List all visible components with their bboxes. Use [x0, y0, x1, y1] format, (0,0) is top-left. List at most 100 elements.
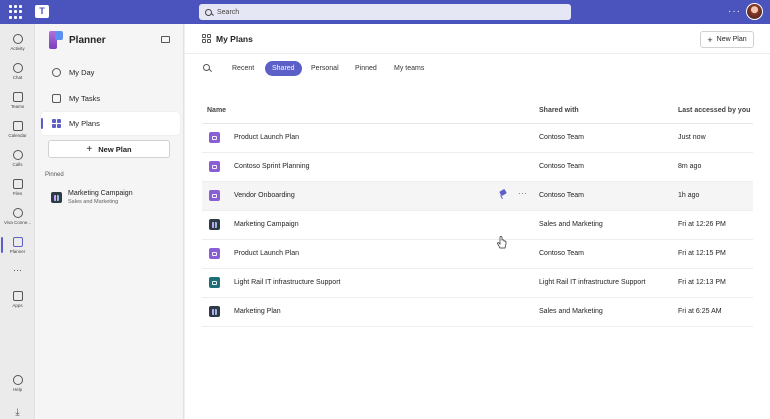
search-icon: [205, 8, 212, 16]
shared-with: Contoso Team: [539, 134, 585, 141]
rail-files[interactable]: Files: [0, 173, 35, 201]
rail-label: Calendar: [8, 132, 27, 138]
rail-viva[interactable]: Viva Conne...: [0, 202, 35, 230]
last-accessed: Fri at 12:15 PM: [678, 250, 726, 257]
sidebar-new-plan-button[interactable]: + New Plan: [48, 140, 170, 158]
plans-grid-icon: [52, 119, 61, 128]
rail-label: Chat: [12, 74, 23, 80]
rail-label: Calls: [12, 161, 23, 167]
main-content: My Plans + New Plan Recent Shared Person…: [185, 24, 770, 419]
last-accessed: Fri at 12:26 PM: [678, 221, 726, 228]
pinned-plan-item[interactable]: Marketing Campaign Sales and Marketing: [49, 188, 174, 208]
rail-apps[interactable]: Apps: [0, 285, 35, 313]
rail-calls[interactable]: Calls: [0, 144, 35, 172]
rail-label: Files: [12, 190, 23, 196]
plus-icon: +: [86, 143, 93, 155]
table-row[interactable]: Product Launch Plan Contoso Team Fri at …: [202, 240, 753, 269]
plan-tile-icon: [209, 132, 220, 143]
top-bar: T Search ···: [0, 0, 770, 24]
header-new-plan-button[interactable]: + New Plan: [700, 31, 754, 48]
bell-icon: [12, 33, 23, 44]
pinned-plan-group: Sales and Marketing: [68, 199, 119, 205]
plan-name: Contoso Sprint Planning: [234, 163, 310, 170]
nav-my-plans[interactable]: My Plans: [41, 112, 180, 135]
sun-icon: [52, 68, 61, 77]
rail-calendar[interactable]: Calendar: [0, 115, 35, 143]
pinned-header: Pinned: [45, 172, 64, 178]
table-row[interactable]: Vendor Onboarding ··· Contoso Team 1h ag…: [202, 182, 753, 211]
plan-name: Vendor Onboarding: [234, 192, 295, 199]
rail-label: Viva Conne...: [4, 219, 31, 225]
nav-my-tasks[interactable]: My Tasks: [41, 87, 180, 110]
rail-planner[interactable]: Planner: [0, 231, 35, 259]
tab-pinned[interactable]: Pinned: [348, 61, 384, 76]
column-header-last-accessed[interactable]: Last accessed by you: [678, 107, 750, 114]
tab-personal[interactable]: Personal: [304, 61, 346, 76]
tab-shared[interactable]: Shared: [265, 61, 302, 76]
column-header-shared-with[interactable]: Shared with: [539, 107, 579, 114]
search-placeholder: Search: [217, 8, 240, 16]
tasks-icon: [52, 94, 61, 103]
shared-with: Sales and Marketing: [539, 308, 603, 315]
column-header-name[interactable]: Name: [207, 107, 226, 114]
nav-label: My Tasks: [69, 94, 101, 103]
rail-label: Help: [12, 386, 23, 392]
rail-help[interactable]: Help: [0, 369, 35, 397]
planner-sidebar: Planner My Day My Tasks My Plans + New P…: [35, 24, 184, 419]
plan-name: Product Launch Plan: [234, 134, 299, 141]
table-row[interactable]: Contoso Sprint Planning Contoso Team 8m …: [202, 153, 753, 182]
app-title: Planner: [69, 35, 106, 46]
plan-tile-icon: [51, 192, 62, 203]
chat-icon: [12, 62, 23, 73]
pin-icon[interactable]: [500, 190, 506, 199]
rail-download[interactable]: ⤓: [0, 398, 35, 419]
teams-icon: [12, 91, 23, 102]
search-icon[interactable]: [203, 64, 210, 71]
plan-tile-icon: [209, 277, 220, 288]
plan-tile-icon: [209, 219, 220, 230]
nav-label: My Day: [69, 68, 95, 77]
plus-icon: +: [707, 34, 713, 45]
my-plans-icon: [202, 34, 211, 43]
filter-tabs: Recent Shared Personal Pinned My teams: [185, 60, 770, 76]
rail-activity[interactable]: Activity: [0, 28, 35, 56]
plan-name: Light Rail IT infrastructure Support: [234, 279, 341, 286]
rail-teams[interactable]: Teams: [0, 86, 35, 114]
table-row[interactable]: Light Rail IT infrastructure Support Lig…: [202, 269, 753, 298]
search-box[interactable]: Search: [199, 4, 571, 20]
last-accessed: 8m ago: [678, 163, 702, 170]
more-icon: ···: [13, 265, 22, 275]
page-header: My Plans + New Plan: [185, 24, 770, 54]
waffle-icon[interactable]: [9, 5, 23, 19]
plan-tile-icon: [209, 306, 220, 317]
shared-with: Contoso Team: [539, 163, 585, 170]
row-more-icon[interactable]: ···: [518, 189, 528, 198]
tab-recent[interactable]: Recent: [225, 61, 261, 76]
apps-icon: [12, 290, 23, 301]
user-avatar[interactable]: [746, 3, 763, 20]
plan-name: Product Launch Plan: [234, 250, 299, 257]
file-icon: [12, 178, 23, 189]
plan-tile-icon: [209, 161, 220, 172]
planner-logo-icon: [49, 31, 63, 49]
rail-label: Activity: [10, 45, 25, 51]
shared-with: Contoso Team: [539, 192, 585, 199]
table-row[interactable]: Marketing Campaign Sales and Marketing F…: [202, 211, 753, 240]
rail-more[interactable]: ···: [0, 256, 35, 284]
help-icon: [12, 374, 23, 385]
phone-icon: [12, 149, 23, 160]
plan-name: Marketing Campaign: [234, 221, 299, 228]
shared-with: Sales and Marketing: [539, 221, 603, 228]
rail-chat[interactable]: Chat: [0, 57, 35, 85]
pinned-plan-name: Marketing Campaign: [68, 190, 133, 197]
teams-logo-icon: T: [35, 5, 49, 18]
download-icon: ⤓: [15, 406, 20, 418]
nav-my-day[interactable]: My Day: [41, 61, 180, 84]
collapse-sidebar-icon[interactable]: [161, 36, 170, 43]
more-options-icon[interactable]: ···: [728, 6, 741, 17]
table-row[interactable]: Marketing Plan Sales and Marketing Fri a…: [202, 298, 753, 327]
last-accessed: 1h ago: [678, 192, 700, 199]
table-row[interactable]: Product Launch Plan Contoso Team Just no…: [202, 124, 753, 153]
shared-with: Light Rail IT infrastructure Support: [539, 279, 646, 286]
tab-my-teams[interactable]: My teams: [387, 61, 431, 76]
